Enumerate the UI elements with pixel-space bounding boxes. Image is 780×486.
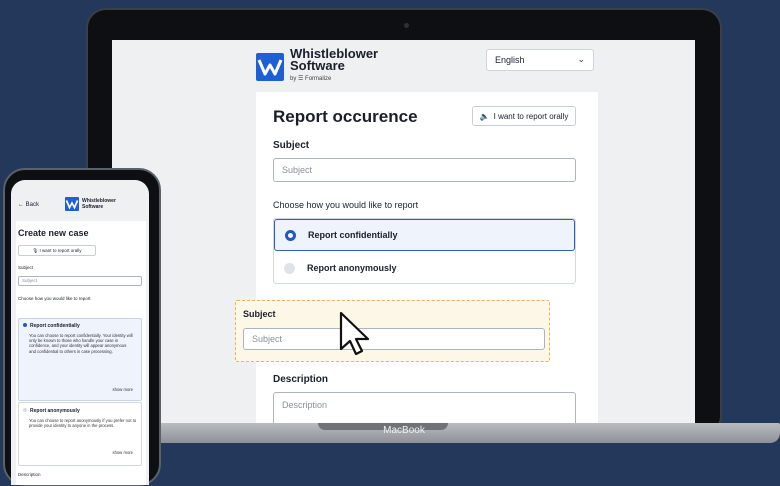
logo-byline: by ☰ Formalize (290, 76, 332, 82)
phone-option-anonymous[interactable]: Report anonymously You can choose to rep… (18, 402, 142, 466)
laptop-screen: Whistleblower Software by ☰ Formalize En… (112, 40, 695, 425)
language-value: English (495, 55, 525, 65)
dragged-subject-label: Subject (243, 309, 276, 319)
subject-label: Subject (273, 140, 310, 151)
microphone-icon: 🎙 (32, 248, 39, 253)
phone-report-orally-button[interactable]: 🎙 I want to report orally (18, 245, 96, 256)
option-anonymous[interactable]: Report anonymously (274, 252, 575, 284)
phone-report-orally-label: I want to report orally (39, 248, 82, 253)
subject-placeholder: Subject (282, 165, 313, 175)
phone-logo-line2: Software (82, 204, 104, 210)
chevron-down-icon: ⌄ (577, 54, 585, 64)
phone-description-label: Description (18, 472, 41, 477)
phone-subject-placeholder: Subject (22, 278, 38, 283)
report-method-radio-group: Report confidentially Report anonymously (273, 218, 576, 284)
description-placeholder: Description (282, 400, 328, 410)
app-logo[interactable]: Whistleblower Software by ☰ Formalize (256, 47, 378, 85)
phone-show-more-2[interactable]: show more (113, 450, 133, 455)
phone-option-anonymous-title: Report anonymously (30, 408, 80, 414)
option-anonymous-label: Report anonymously (307, 263, 397, 273)
dragged-subject-input[interactable]: Subject (243, 328, 545, 350)
phone-option-anonymous-body: You can choose to report anonymously if … (29, 418, 137, 429)
phone-radio-selected-icon (23, 323, 27, 327)
phone-screen: ← Back Whistleblower Software Create new… (11, 180, 149, 485)
phone-report-method-label: Choose how you would like to report (18, 296, 91, 301)
phone-logo-text: Whistleblower Software (82, 198, 116, 210)
radio-selected-icon (285, 229, 296, 241)
cursor-arrow-icon (338, 311, 372, 362)
description-textarea[interactable]: Description (273, 392, 576, 425)
report-orally-button[interactable]: 🔈 I want to report orally (472, 106, 576, 126)
phone-option-confidential[interactable]: Report confidentially You can choose to … (18, 318, 142, 401)
laptop-base (150, 423, 780, 443)
phone-form-title: Create new case (18, 228, 89, 238)
back-arrow-icon: ← (18, 202, 24, 208)
back-label: Back (25, 202, 40, 208)
option-confidential-label: Report confidentially (308, 230, 398, 240)
phone-subject-input[interactable]: Subject (18, 276, 142, 286)
logo-mark-icon (256, 52, 284, 81)
report-orally-label: I want to report orally (493, 111, 569, 121)
radio-unselected-icon (284, 262, 295, 274)
phone-option-confidential-title: Report confidentially (30, 323, 80, 329)
description-label: Description (273, 374, 329, 385)
phone-show-more-1[interactable]: show more (113, 387, 133, 392)
phone-option-confidential-body: You can choose to report confidentially.… (29, 333, 133, 354)
phone-radio-unselected-icon (23, 408, 27, 412)
subject-input[interactable]: Subject (273, 158, 576, 182)
dragged-subject-field[interactable]: Subject Subject (235, 300, 550, 362)
dragged-subject-placeholder: Subject (252, 334, 283, 344)
form-title: Report occurence (273, 107, 418, 126)
phone-logo-mark-icon (65, 197, 79, 211)
speaker-icon: 🔈 (479, 111, 490, 121)
camera-dot (404, 23, 409, 28)
laptop-brand-label: MacBook (383, 425, 425, 436)
option-confidential[interactable]: Report confidentially (274, 219, 575, 251)
report-form-card: Report occurence 🔈 I want to report oral… (256, 92, 598, 425)
back-button[interactable]: ← Back (18, 202, 39, 208)
report-method-label: Choose how you would like to report (273, 200, 419, 210)
logo-line2: Software (290, 58, 345, 73)
language-select[interactable]: English ⌄ (486, 49, 594, 71)
phone-subject-label: Subject (18, 265, 34, 270)
